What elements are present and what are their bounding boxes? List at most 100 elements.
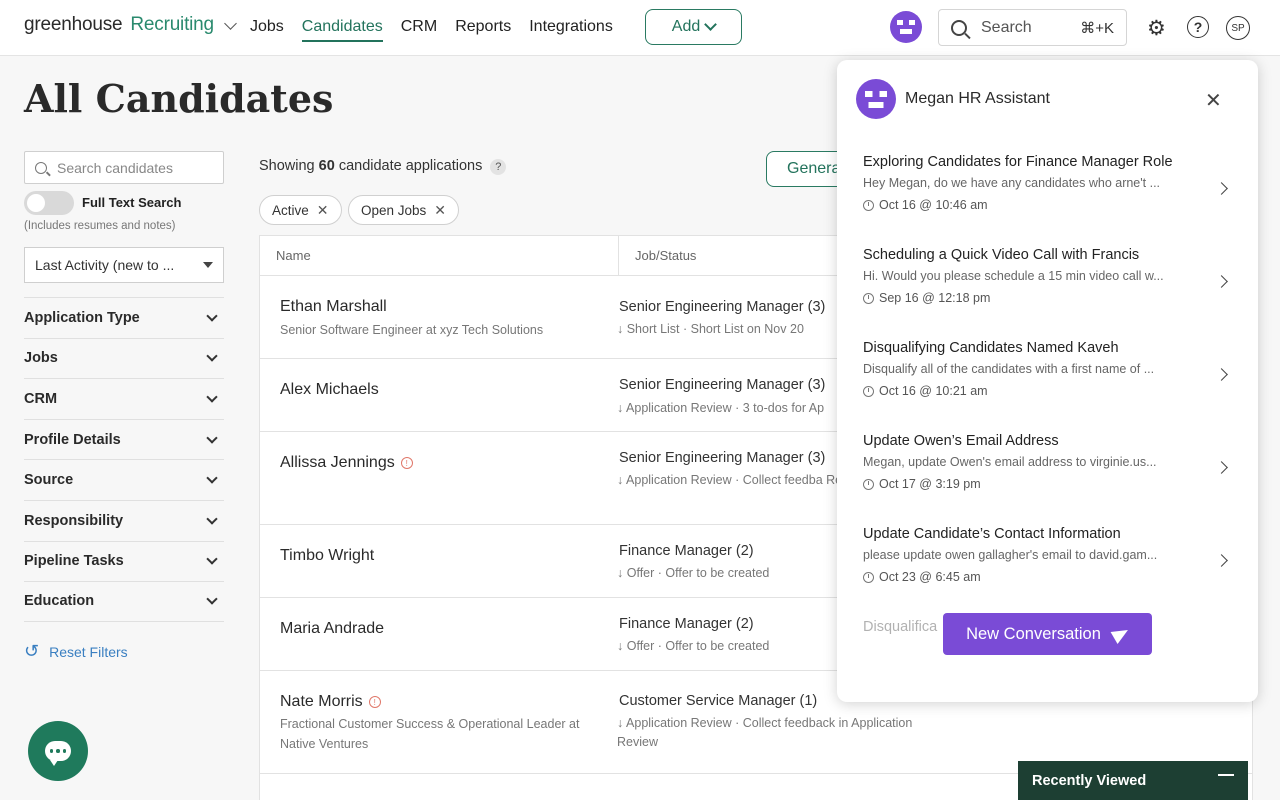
filter-source[interactable]: Source: [24, 459, 224, 500]
filter-list: Application Type Jobs CRM Profile Detail…: [24, 297, 224, 622]
chevron-right-icon: [1215, 368, 1228, 381]
conversation-date-text: Oct 16 @ 10:21 am: [879, 384, 988, 398]
nav-jobs[interactable]: Jobs: [250, 18, 284, 42]
filter-pipeline-tasks[interactable]: Pipeline Tasks: [24, 540, 224, 582]
conversation-preview: Disqualify all of the candidates with a …: [863, 362, 1155, 376]
chevron-down-icon: [704, 18, 718, 31]
filter-label: Jobs: [24, 350, 58, 367]
close-icon[interactable]: ✕: [1205, 88, 1222, 113]
filter-responsibility[interactable]: Responsibility: [24, 499, 224, 541]
reset-filters-label: Reset Filters: [49, 643, 128, 660]
minimize-icon[interactable]: [1218, 774, 1234, 776]
help-icon[interactable]: ?: [1187, 16, 1209, 38]
assistant-avatar[interactable]: [890, 11, 922, 43]
result-count-suffix: candidate applications: [338, 158, 483, 174]
chip-label: Open Jobs: [361, 202, 427, 218]
filter-profile-details[interactable]: Profile Details: [24, 418, 224, 460]
conversation-date-text: Oct 16 @ 10:46 am: [879, 198, 988, 212]
assistant-avatar: [856, 79, 896, 119]
chevron-right-icon: [1215, 461, 1228, 474]
candidate-name-text: Nate Morris: [280, 693, 363, 710]
candidate-name[interactable]: Nate Morris!: [280, 693, 381, 711]
close-icon[interactable]: ✕: [317, 202, 329, 219]
job-name[interactable]: Senior Engineering Manager (3): [619, 299, 825, 315]
reset-filters-link[interactable]: ↺ Reset Filters: [24, 641, 128, 662]
chevron-down-icon: [206, 391, 218, 403]
chevron-right-icon: [1215, 554, 1228, 567]
sort-select[interactable]: Last Activity (new to ...: [24, 247, 224, 283]
top-nav: greenhouse Recruiting Jobs Candidates CRM…: [0, 0, 1280, 56]
candidate-name[interactable]: Ethan Marshall: [280, 298, 387, 316]
candidate-headline: Senior Software Engineer at xyz Tech Sol…: [280, 323, 544, 337]
close-icon[interactable]: ✕: [434, 202, 446, 219]
conversation-date: Oct 16 @ 10:21 am: [863, 384, 1243, 398]
conversation-item[interactable]: Update Owen’s Email Address Megan, updat…: [863, 433, 1243, 491]
chevron-down-icon: [206, 431, 218, 444]
conversation-preview: please update owen gallagher's email to …: [863, 548, 1158, 562]
conversation-preview: Hey Megan, do we have any candidates who…: [863, 176, 1161, 190]
full-text-search-toggle[interactable]: [24, 191, 74, 215]
conversation-date-text: Oct 17 @ 3:19 pm: [879, 477, 981, 491]
nav-integrations[interactable]: Integrations: [529, 18, 613, 42]
conversation-preview: Hi. Would you please schedule a 15 min v…: [863, 269, 1164, 283]
candidate-name[interactable]: Alex Michaels: [280, 381, 379, 399]
app-logo[interactable]: greenhouse Recruiting: [24, 14, 237, 36]
nav-reports[interactable]: Reports: [455, 18, 511, 42]
recently-viewed-label: Recently Viewed: [1032, 773, 1147, 789]
clock-icon: [863, 478, 874, 490]
help-icon[interactable]: ?: [490, 159, 507, 175]
global-search[interactable]: Search ⌘+K: [938, 9, 1127, 46]
conversation-date: Oct 16 @ 10:46 am: [863, 198, 1243, 212]
filter-application-type[interactable]: Application Type: [24, 297, 224, 338]
candidate-name[interactable]: Timbo Wright: [280, 547, 374, 565]
candidate-name[interactable]: Allissa Jennings!: [280, 454, 413, 472]
chevron-down-icon: [206, 553, 218, 566]
filter-jobs[interactable]: Jobs: [24, 337, 224, 379]
job-name[interactable]: Senior Engineering Manager (3): [619, 450, 825, 466]
conversation-item[interactable]: Disqualifying Candidates Named Kaveh Dis…: [863, 340, 1243, 398]
job-name[interactable]: Finance Manager (2): [619, 616, 754, 632]
brand-product: Recruiting: [130, 14, 214, 35]
result-count-number: 60: [318, 158, 335, 174]
new-conversation-button[interactable]: New Conversation: [943, 613, 1152, 655]
user-avatar[interactable]: SP: [1226, 16, 1250, 40]
conversation-item[interactable]: Exploring Candidates for Finance Manager…: [863, 154, 1243, 212]
conversation-date-text: Oct 23 @ 6:45 am: [879, 570, 981, 584]
filter-crm[interactable]: CRM: [24, 378, 224, 419]
filter-chip-open-jobs[interactable]: Open Jobs ✕: [348, 195, 460, 225]
gear-icon[interactable]: ⚙: [1147, 16, 1166, 41]
candidate-search-input[interactable]: Search candidates: [24, 151, 224, 184]
clock-icon: [863, 199, 874, 211]
main-nav: Jobs Candidates CRM Reports Integrations: [250, 18, 613, 42]
conversation-item[interactable]: Scheduling a Quick Video Call with Franc…: [863, 247, 1243, 305]
conversation-date: Oct 23 @ 6:45 am: [863, 570, 1243, 584]
conversation-title: Update Owen’s Email Address: [863, 433, 1059, 449]
nav-crm[interactable]: CRM: [401, 18, 437, 42]
filter-label: Source: [24, 472, 74, 489]
job-name[interactable]: Finance Manager (2): [619, 543, 754, 559]
result-count: Showing 60 candidate applications ?: [259, 158, 507, 175]
conversation-item[interactable]: Update Candidate’s Contact Information p…: [863, 526, 1243, 584]
add-button[interactable]: Add: [645, 9, 742, 45]
assistant-logo-icon: [865, 90, 887, 108]
column-header-job-status[interactable]: Job/Status: [619, 236, 696, 275]
job-name[interactable]: Customer Service Manager (1): [619, 693, 817, 709]
sort-value: Last Activity (new to ...: [35, 257, 175, 273]
chevron-down-icon: [206, 310, 218, 322]
job-name[interactable]: Senior Engineering Manager (3): [619, 377, 825, 393]
candidate-search-placeholder: Search candidates: [57, 159, 173, 176]
filter-chip-active[interactable]: Active ✕: [259, 195, 342, 225]
nav-candidates[interactable]: Candidates: [301, 18, 383, 42]
add-button-label: Add: [671, 18, 701, 35]
alert-icon: !: [400, 456, 413, 469]
send-icon: [1110, 623, 1132, 645]
assistant-title: Megan HR Assistant: [905, 90, 1050, 107]
chevron-down-icon: [206, 593, 218, 606]
chat-launcher-button[interactable]: [28, 721, 88, 781]
filter-education[interactable]: Education: [24, 581, 224, 622]
search-label: Search: [981, 18, 1032, 36]
candidate-name[interactable]: Maria Andrade: [280, 620, 384, 638]
recently-viewed-panel[interactable]: Recently Viewed: [1018, 761, 1248, 800]
application-status: ↓ Application Review · Collect feedback …: [617, 716, 913, 749]
column-header-name[interactable]: Name: [260, 236, 619, 275]
